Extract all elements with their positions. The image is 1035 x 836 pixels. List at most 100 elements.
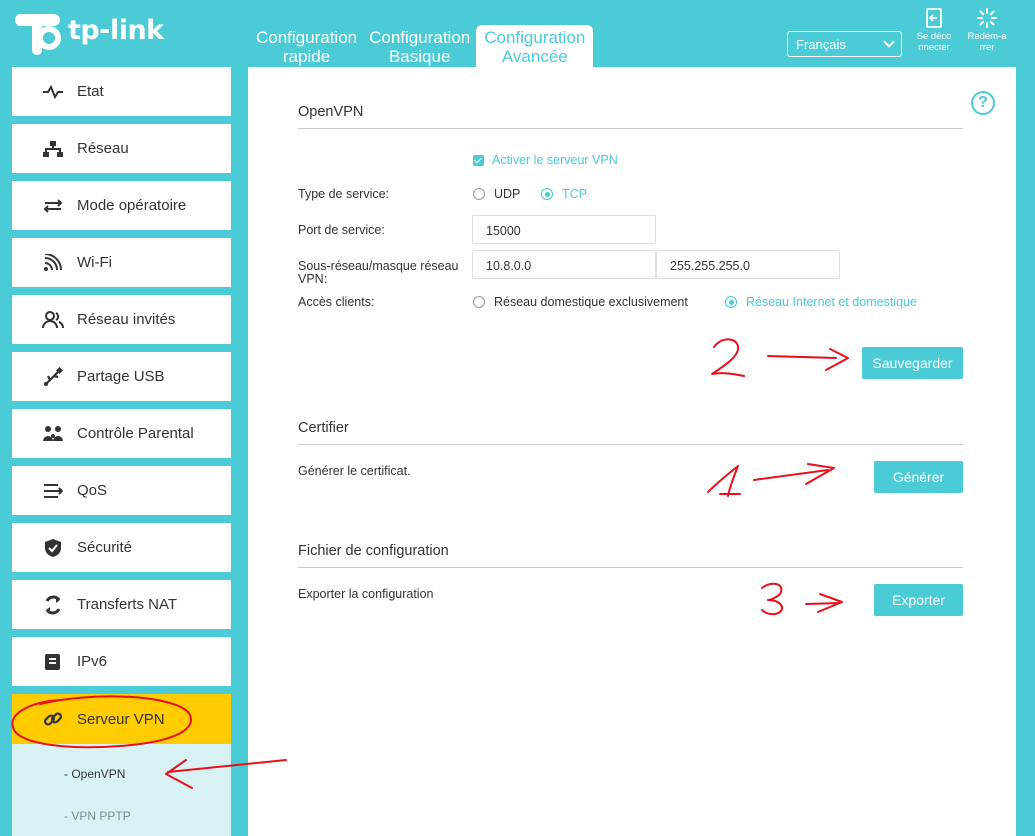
logout-label: nnecter bbox=[918, 42, 950, 53]
radio-internet-home[interactable]: Réseau Internet et domestique bbox=[725, 295, 917, 309]
top-tabs: Configuration rapide Configuration Basiq… bbox=[250, 25, 594, 67]
sidebar-item-label: Mode opératoire bbox=[77, 197, 187, 214]
reboot-label: rrer bbox=[979, 42, 995, 53]
sidebar-item-label: IPv6 bbox=[77, 653, 108, 670]
sidebar-item-label: Partage USB bbox=[77, 368, 165, 385]
reboot-button[interactable]: Redém-a rrer bbox=[965, 8, 1009, 53]
tp-link-logo-icon bbox=[14, 14, 61, 55]
sidebar-item-etat[interactable]: Etat bbox=[12, 67, 231, 116]
export-config-text: Exporter la configuration bbox=[298, 587, 434, 601]
sidebar: Etat Réseau Mode opératoire Wi-Fi Réseau… bbox=[12, 67, 231, 836]
tab-basic[interactable]: Configuration Basique bbox=[363, 25, 476, 67]
logout-button[interactable]: Se déco nnecter bbox=[912, 8, 956, 53]
shield-icon bbox=[40, 538, 66, 558]
logout-label: Se déco bbox=[916, 31, 952, 42]
chevron-down-icon bbox=[883, 36, 895, 48]
sidebar-subitem-openvpn[interactable]: - OpenVPN bbox=[12, 767, 231, 809]
usb-icon bbox=[40, 366, 66, 387]
divider bbox=[298, 567, 963, 568]
reboot-label: Redém-a bbox=[967, 31, 1007, 42]
link-icon bbox=[40, 709, 66, 729]
tab-label: Basique bbox=[388, 47, 451, 66]
generate-button[interactable]: Générer bbox=[874, 461, 963, 493]
sidebar-item-label: Réseau invités bbox=[77, 311, 176, 328]
mode-switch-icon bbox=[40, 196, 66, 216]
tp-link-logo: tp-link bbox=[12, 6, 164, 58]
tab-label: Configuration bbox=[369, 28, 471, 47]
service-type-label: Type de service: bbox=[298, 187, 390, 201]
help-icon[interactable]: ? bbox=[971, 91, 995, 115]
sidebar-item-label: Wi-Fi bbox=[77, 254, 112, 271]
divider bbox=[298, 128, 963, 129]
radio-label: Réseau Internet et domestique bbox=[746, 295, 917, 309]
divider bbox=[298, 444, 963, 445]
save-button[interactable]: Sauvegarder bbox=[862, 347, 963, 379]
sidebar-item-wifi[interactable]: Wi-Fi bbox=[12, 238, 231, 287]
tab-label: rapide bbox=[282, 47, 331, 66]
radio-empty-icon bbox=[473, 188, 485, 200]
subnet-label-line: VPN: bbox=[298, 272, 328, 286]
port-input[interactable]: 15000 bbox=[472, 215, 656, 244]
tab-quick-setup[interactable]: Configuration rapide bbox=[250, 25, 363, 67]
sidebar-item-label: Serveur VPN bbox=[77, 710, 165, 728]
wifi-icon bbox=[40, 253, 66, 273]
sidebar-item-label: Etat bbox=[77, 83, 104, 100]
ipv6-icon bbox=[40, 652, 66, 672]
radio-selected-icon bbox=[541, 188, 553, 200]
sidebar-item-qos[interactable]: QoS bbox=[12, 466, 231, 515]
sidebar-item-label: Transferts NAT bbox=[77, 596, 178, 613]
export-button[interactable]: Exporter bbox=[874, 584, 963, 616]
section-title-config-file: Fichier de configuration bbox=[298, 543, 449, 559]
section-title-certificate: Certifier bbox=[298, 420, 349, 436]
netmask-input[interactable]: 255.255.255.0 bbox=[656, 250, 840, 279]
radio-label: UDP bbox=[494, 187, 521, 201]
sidebar-item-label: Réseau bbox=[77, 140, 129, 157]
vpn-submenu: - OpenVPN - VPN PPTP bbox=[12, 744, 231, 836]
radio-selected-icon bbox=[725, 296, 737, 308]
sidebar-item-reseau[interactable]: Réseau bbox=[12, 124, 231, 173]
qos-icon bbox=[40, 481, 66, 501]
logout-icon bbox=[926, 8, 942, 28]
reboot-icon bbox=[977, 8, 997, 28]
main-panel: ? OpenVPN Activer le serveur VPN Type de… bbox=[248, 67, 1016, 836]
network-icon bbox=[40, 139, 66, 159]
sidebar-item-guests[interactable]: Réseau invités bbox=[12, 295, 231, 344]
language-value: Français bbox=[796, 36, 846, 52]
sidebar-item-label: Sécurité bbox=[77, 539, 133, 556]
checkbox-checked-icon bbox=[473, 154, 484, 166]
brand-name: tp-link bbox=[68, 14, 164, 46]
client-access-label: Accès clients: bbox=[298, 295, 375, 309]
sidebar-item-securite[interactable]: Sécurité bbox=[12, 523, 231, 572]
port-label: Port de service: bbox=[298, 223, 385, 237]
sidebar-item-ipv6[interactable]: IPv6 bbox=[12, 637, 231, 686]
radio-tcp[interactable]: TCP bbox=[541, 187, 587, 201]
sidebar-subitem-pptp[interactable]: - VPN PPTP bbox=[12, 809, 231, 836]
guests-icon bbox=[40, 310, 66, 330]
sidebar-item-vpn-server[interactable]: Serveur VPN bbox=[12, 694, 231, 744]
nat-icon bbox=[40, 595, 66, 615]
radio-label: Réseau domestique exclusivement bbox=[494, 295, 688, 309]
radio-home-only[interactable]: Réseau domestique exclusivement bbox=[473, 295, 688, 309]
radio-empty-icon bbox=[473, 296, 485, 308]
tab-advanced[interactable]: Configuration Avancée bbox=[476, 25, 594, 67]
language-select[interactable]: Français bbox=[787, 31, 902, 57]
sidebar-item-parental[interactable]: Contrôle Parental bbox=[12, 409, 231, 458]
enable-vpn-label: Activer le serveur VPN bbox=[492, 153, 618, 167]
sidebar-item-label: Contrôle Parental bbox=[77, 425, 194, 442]
subnet-input[interactable]: 10.8.0.0 bbox=[472, 250, 656, 279]
radio-udp[interactable]: UDP bbox=[473, 187, 520, 201]
radio-label: TCP bbox=[562, 187, 587, 201]
subnet-label: Sous-réseau/masque réseau VPN: bbox=[298, 260, 459, 286]
sidebar-item-nat[interactable]: Transferts NAT bbox=[12, 580, 231, 629]
family-icon bbox=[40, 424, 66, 444]
tab-label: Configuration bbox=[484, 28, 586, 47]
sidebar-item-mode[interactable]: Mode opératoire bbox=[12, 181, 231, 230]
certificate-text: Générer le certificat. bbox=[298, 464, 411, 478]
enable-vpn-checkbox[interactable]: Activer le serveur VPN bbox=[473, 153, 618, 167]
sidebar-item-label: QoS bbox=[77, 482, 108, 499]
tab-label: Configuration bbox=[256, 28, 358, 47]
sidebar-item-usb[interactable]: Partage USB bbox=[12, 352, 231, 401]
tab-label: Avancée bbox=[501, 47, 568, 66]
section-title-openvpn: OpenVPN bbox=[298, 104, 364, 120]
pulse-icon bbox=[40, 82, 66, 102]
